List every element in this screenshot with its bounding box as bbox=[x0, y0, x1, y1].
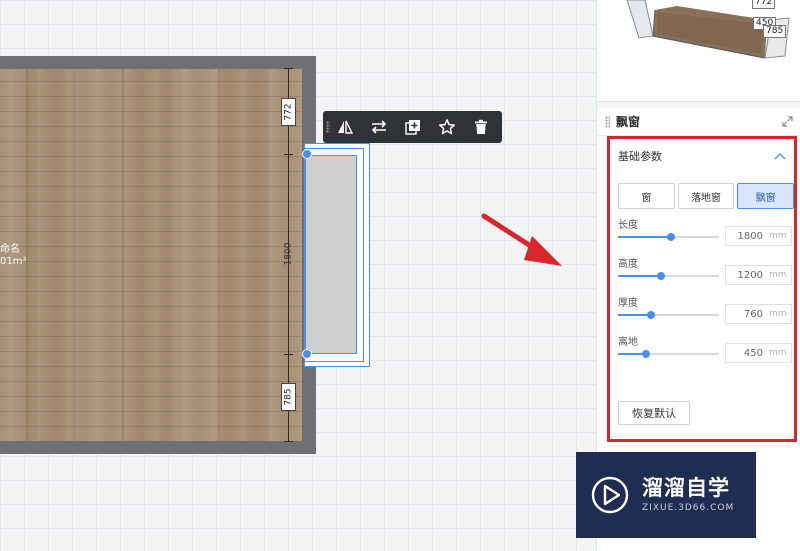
param-input[interactable]: 1200 mm bbox=[725, 265, 792, 285]
panel-title: 飘窗 bbox=[616, 115, 641, 129]
param-value: 1800 bbox=[737, 230, 763, 242]
dimension-middle-value: 1800 bbox=[283, 242, 294, 266]
preview-dimension-tag: 772 bbox=[752, 0, 776, 9]
trash-icon bbox=[475, 119, 487, 134]
slider-fill bbox=[618, 236, 671, 238]
param-input[interactable]: 1800 mm bbox=[725, 226, 792, 246]
room-label: 命名 01m² bbox=[0, 244, 30, 268]
3d-room-preview-icon bbox=[626, 0, 793, 59]
annotation-arrow-icon bbox=[481, 213, 562, 266]
param-label: 长度 bbox=[618, 220, 638, 231]
delete-button[interactable] bbox=[469, 115, 493, 139]
param-length: 长度 1800 mm bbox=[610, 213, 794, 252]
slider-knob[interactable] bbox=[657, 272, 666, 280]
section-header[interactable]: 基础参数 bbox=[610, 139, 794, 173]
param-input[interactable]: 760 mm bbox=[725, 304, 792, 324]
room-area: 01m² bbox=[0, 256, 27, 267]
window-type-selector: 窗 落地窗 飘窗 bbox=[610, 183, 795, 209]
dimension-top-box[interactable]: 772 bbox=[281, 98, 296, 126]
param-height: 高度 1200 mm bbox=[610, 252, 794, 291]
param-value: 1200 bbox=[737, 269, 763, 281]
panel-header: 飘窗 bbox=[597, 108, 800, 136]
mirror-icon bbox=[338, 120, 354, 134]
param-slider[interactable] bbox=[618, 233, 719, 241]
dimension-tick bbox=[284, 68, 293, 69]
drag-handle-icon[interactable] bbox=[605, 115, 610, 128]
section-title: 基础参数 bbox=[618, 150, 662, 163]
param-slider[interactable] bbox=[618, 272, 719, 280]
flip-button[interactable] bbox=[367, 115, 391, 139]
param-unit: mm bbox=[769, 270, 787, 280]
param-label: 厚度 bbox=[618, 298, 638, 309]
dimension-bottom-box[interactable]: 785 bbox=[281, 383, 296, 411]
type-button-bay-window[interactable]: 飘窗 bbox=[737, 183, 795, 209]
basic-params-section: 基础参数 窗 落地窗 飘窗 长度 1800 mm 高度 1200 mm 厚度 7… bbox=[607, 136, 797, 442]
dimension-tick bbox=[284, 354, 293, 355]
param-slider[interactable] bbox=[618, 350, 719, 358]
resize-handle-top[interactable] bbox=[302, 149, 312, 159]
object-toolbar bbox=[323, 111, 502, 143]
expand-icon[interactable] bbox=[782, 116, 793, 127]
slider-knob[interactable] bbox=[647, 311, 656, 319]
slider-knob[interactable] bbox=[666, 233, 675, 241]
param-input[interactable]: 450 mm bbox=[725, 343, 792, 363]
type-button-window[interactable]: 窗 bbox=[618, 183, 675, 209]
slider-knob[interactable] bbox=[642, 350, 651, 358]
bay-window-sill[interactable] bbox=[304, 155, 357, 354]
param-sill-height: 离地 450 mm bbox=[610, 330, 794, 369]
favorite-button[interactable] bbox=[435, 115, 459, 139]
param-value: 760 bbox=[743, 308, 763, 320]
toolbar-drag-grip[interactable] bbox=[326, 121, 330, 133]
param-label: 离地 bbox=[618, 337, 638, 348]
reset-default-button[interactable]: 恢复默认 bbox=[618, 401, 690, 425]
watermark-text: 溜溜自学 ZIXUE.3D66.COM bbox=[642, 475, 734, 515]
preview-dimension-tag: 785 bbox=[763, 25, 787, 38]
watermark: 溜溜自学 ZIXUE.3D66.COM bbox=[576, 452, 756, 538]
duplicate-icon bbox=[405, 120, 420, 135]
param-thickness: 厚度 760 mm bbox=[610, 291, 794, 330]
selection-line bbox=[305, 154, 306, 354]
slider-fill bbox=[618, 275, 662, 277]
watermark-main: 溜溜自学 bbox=[642, 476, 730, 500]
floor-plan-canvas[interactable]: 命名 01m² 772 1800 785 bbox=[0, 0, 596, 551]
play-logo-icon bbox=[591, 476, 629, 514]
mirror-button[interactable] bbox=[333, 115, 357, 139]
3d-preview[interactable]: 772 450 785 bbox=[597, 0, 800, 102]
param-label: 高度 bbox=[618, 259, 638, 270]
dimension-bottom-value: 785 bbox=[283, 388, 294, 406]
dimension-middle: 1800 bbox=[281, 236, 296, 272]
star-icon bbox=[438, 119, 456, 135]
type-button-floor-window[interactable]: 落地窗 bbox=[677, 183, 735, 209]
watermark-sub: ZIXUE.3D66.COM bbox=[642, 503, 735, 513]
param-unit: mm bbox=[769, 231, 787, 241]
dimension-tick bbox=[284, 441, 293, 442]
param-slider[interactable] bbox=[618, 311, 719, 319]
dimension-top-value: 772 bbox=[283, 103, 294, 121]
param-unit: mm bbox=[769, 309, 787, 319]
resize-handle-bottom[interactable] bbox=[302, 349, 312, 359]
room-name: 命名 bbox=[0, 244, 20, 255]
slider-fill bbox=[618, 314, 652, 316]
room-floor[interactable] bbox=[0, 69, 302, 441]
duplicate-button[interactable] bbox=[401, 115, 425, 139]
swap-icon bbox=[371, 120, 387, 134]
param-value: 450 bbox=[743, 347, 763, 359]
param-unit: mm bbox=[769, 348, 787, 358]
chevron-up-icon[interactable] bbox=[774, 152, 786, 160]
dimension-tick bbox=[284, 154, 293, 155]
